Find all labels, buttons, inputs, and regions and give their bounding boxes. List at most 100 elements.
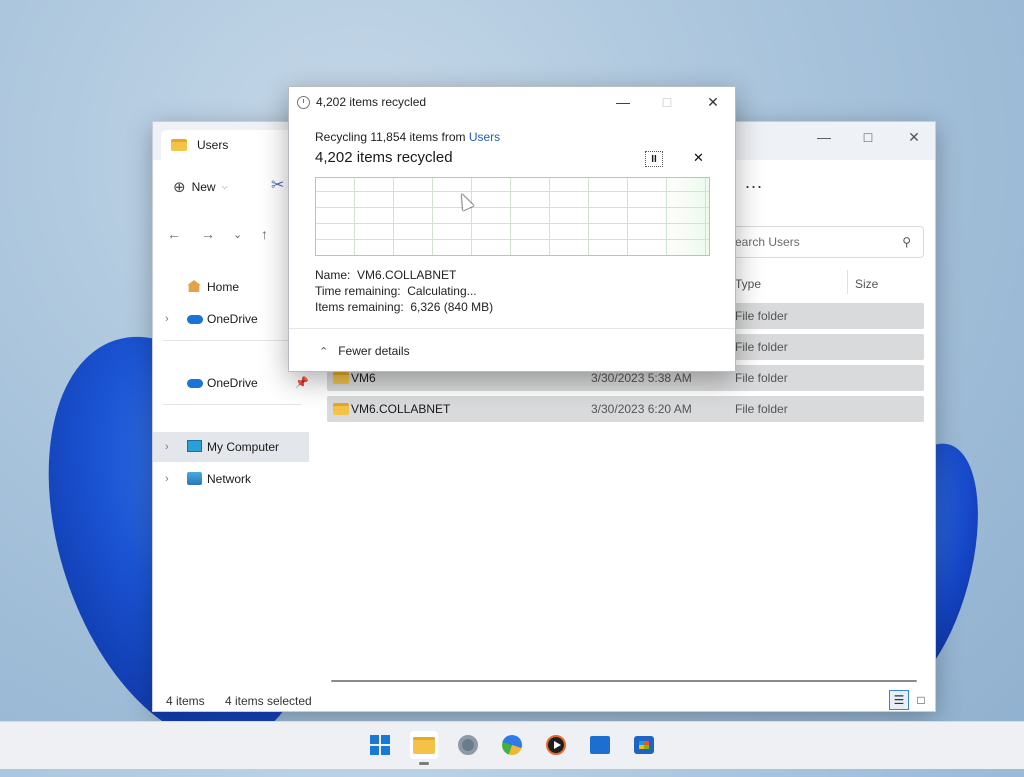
progress-graph [315, 177, 710, 256]
row-date: 3/30/2023 5:38 AM [591, 371, 692, 385]
forward-arrow-icon[interactable]: → [201, 226, 215, 242]
fewer-details-label: Fewer details [338, 344, 410, 358]
search-icon: ⚲ [902, 235, 911, 249]
new-button-label: New [191, 180, 216, 194]
dialog-close-button[interactable]: ✕ [693, 91, 733, 113]
dialog-maximize-button: □ [662, 94, 672, 110]
recycling-summary: Recycling 11,854 items from Users [315, 130, 500, 144]
folder-icon [171, 139, 187, 151]
back-arrow-icon[interactable]: ← [167, 226, 181, 242]
row-type: File folder [735, 402, 788, 416]
sidebar-divider [163, 340, 301, 341]
cancel-icon[interactable]: ✕ [693, 150, 704, 166]
detail-name-value: VM6.COLLABNET [357, 268, 457, 282]
file-explorer-icon [413, 736, 435, 754]
detail-items-label: Items remaining: [315, 300, 404, 314]
network-icon [187, 472, 202, 488]
row-name: VM6.COLLABNET [351, 402, 451, 416]
sidebar-item-onedrive-pinned[interactable]: OneDrive 📌 [153, 368, 309, 398]
browser-icon [502, 735, 522, 755]
cloud-icon [187, 376, 203, 391]
clock-icon [297, 95, 310, 109]
store-icon [634, 736, 654, 754]
sidebar-item-label: Network [207, 472, 252, 486]
taskbar [0, 721, 1024, 769]
minimize-button[interactable]: — [801, 122, 847, 152]
detail-name: Name: VM6.COLLABNET [315, 268, 456, 282]
recent-chevron-icon[interactable]: ⌄ [233, 228, 242, 241]
sidebar-item-onedrive[interactable]: › OneDrive [153, 304, 309, 334]
tab-title: Users [197, 138, 229, 152]
column-separator[interactable] [847, 270, 848, 294]
item-count: 4 items [166, 694, 205, 708]
monitor-icon [187, 440, 202, 455]
dialog-title: 4,202 items recycled [297, 95, 426, 109]
sidebar-item-network[interactable]: › Network [153, 464, 309, 494]
dialog-title-text: 4,202 items recycled [316, 95, 427, 109]
column-header-size[interactable]: Size [855, 277, 878, 291]
sidebar-divider [163, 404, 301, 405]
up-arrow-icon[interactable]: ↑ [261, 226, 268, 242]
row-name: VM6 [351, 371, 376, 385]
recycle-progress-dialog: 4,202 items recycled — □ ✕ Recycling 11,… [288, 86, 736, 372]
row-date: 3/30/2023 6:20 AM [591, 402, 692, 416]
taskbar-settings[interactable] [454, 731, 482, 759]
taskbar-remote-desktop[interactable] [586, 731, 614, 759]
chevron-right-icon[interactable]: › [165, 441, 169, 453]
selected-count: 4 items selected [225, 694, 312, 708]
progress-heading: 4,202 items recycled [315, 149, 453, 166]
taskbar-store[interactable] [630, 731, 658, 759]
detail-time: Time remaining: Calculating... [315, 284, 477, 298]
plus-circle-icon: ⊕ [173, 179, 186, 196]
dialog-minimize-button[interactable]: — [603, 91, 643, 113]
chevron-up-icon: ⌃ [319, 345, 329, 358]
source-folder-link[interactable]: Users [469, 130, 500, 144]
media-player-icon [546, 735, 566, 755]
table-row[interactable]: VM6.COLLABNET 3/30/2023 6:20 AM File fol… [327, 396, 924, 422]
cut-icon[interactable]: ✂ [271, 175, 284, 195]
row-type: File folder [735, 340, 788, 354]
home-icon [187, 280, 201, 295]
taskbar-browser[interactable] [498, 731, 526, 759]
details-view-icon[interactable]: ☰ [889, 690, 909, 710]
folder-icon [333, 372, 349, 384]
search-placeholder: earch Users [735, 235, 800, 249]
cloud-icon [187, 312, 203, 327]
windows-logo-icon [370, 735, 390, 755]
chevron-right-icon[interactable]: › [165, 313, 169, 325]
start-button[interactable] [366, 731, 394, 759]
row-type: File folder [735, 371, 788, 385]
sidebar-item-label: My Computer [207, 440, 280, 454]
status-bar: 4 items 4 items selected ☰ □ [153, 688, 935, 712]
remote-desktop-icon [590, 736, 610, 754]
close-button[interactable]: ✕ [891, 122, 937, 152]
dialog-divider [289, 328, 735, 329]
maximize-button[interactable]: □ [845, 122, 891, 152]
chevron-down-icon: ⌵ [221, 182, 228, 191]
detail-items-value: 6,326 (840 MB) [410, 300, 494, 314]
horizontal-scrollbar[interactable] [331, 680, 917, 682]
detail-time-value: Calculating... [407, 284, 477, 298]
folder-icon [333, 403, 349, 415]
taskbar-file-explorer[interactable] [410, 731, 438, 765]
detail-time-label: Time remaining: [315, 284, 401, 298]
detail-name-label: Name: [315, 268, 351, 282]
recycling-summary-text: Recycling 11,854 items from [315, 130, 469, 144]
fewer-details-button[interactable]: ⌃ Fewer details [319, 344, 410, 358]
pin-icon[interactable]: 📌 [295, 376, 309, 389]
explorer-tab[interactable]: Users [161, 130, 301, 160]
pause-button[interactable]: II [645, 151, 663, 167]
column-header-type[interactable]: Type [735, 277, 761, 291]
more-options-button[interactable]: ... [745, 172, 763, 193]
new-button[interactable]: ⊕ New ⌵ [173, 178, 228, 196]
chevron-right-icon[interactable]: › [165, 473, 169, 485]
row-type: File folder [735, 309, 788, 323]
sidebar-item-my-computer[interactable]: › My Computer [153, 432, 309, 462]
detail-items: Items remaining: 6,326 (840 MB) [315, 300, 493, 314]
taskbar-media-player[interactable] [542, 731, 570, 759]
tiles-view-icon[interactable]: □ [911, 690, 931, 710]
search-input[interactable]: earch Users ⚲ [726, 226, 924, 258]
sidebar-item-label: Home [207, 280, 240, 294]
sidebar-item-label: OneDrive [207, 376, 258, 390]
sidebar-item-home[interactable]: Home [153, 272, 309, 302]
